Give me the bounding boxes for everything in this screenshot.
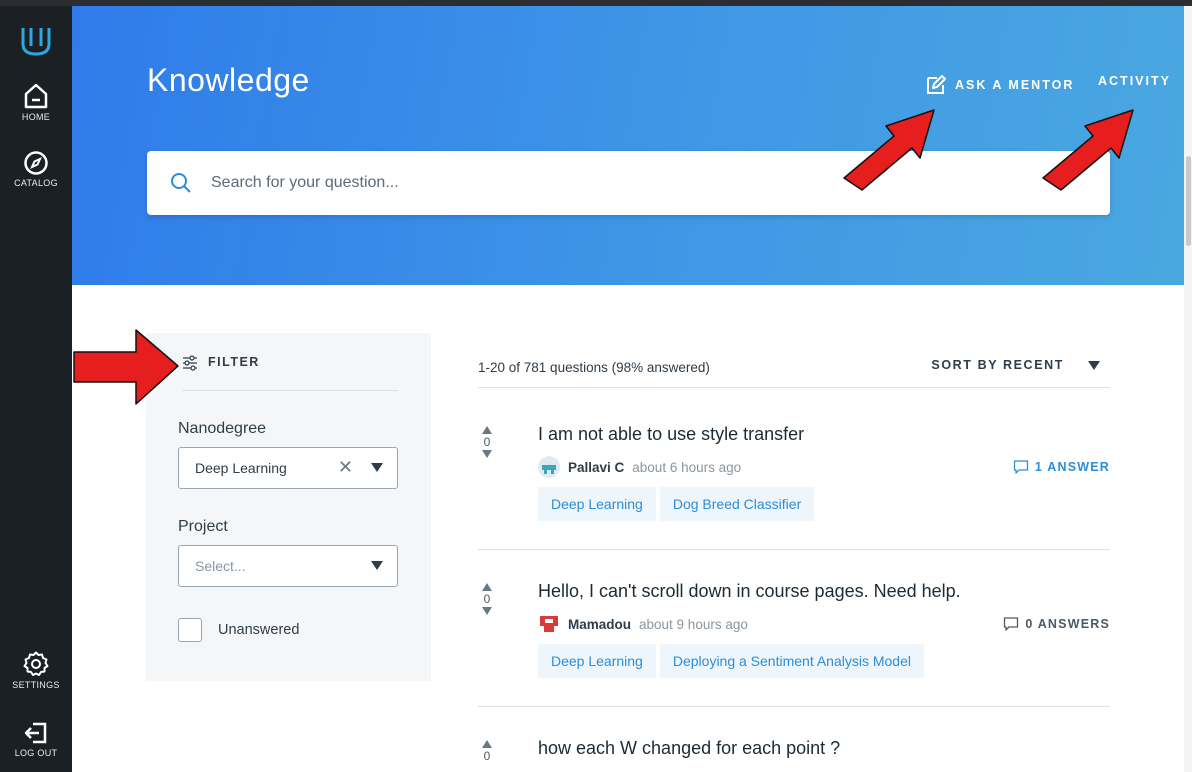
ask-mentor-label: ASK A MENTOR xyxy=(955,78,1075,92)
sidebar-item-label: LOG OUT xyxy=(14,748,58,758)
avatar xyxy=(538,456,560,478)
divider xyxy=(478,549,1110,550)
sidebar-item-logout[interactable]: LOG OUT xyxy=(0,720,72,758)
vote-control: 0 xyxy=(478,426,496,458)
vote-control: 0 xyxy=(478,583,496,615)
avatar xyxy=(538,613,560,635)
answer-count[interactable]: 0 ANSWERS xyxy=(1003,616,1110,632)
filter-heading[interactable]: FILTER xyxy=(182,355,398,391)
filter-label: FILTER xyxy=(208,355,260,369)
project-label: Project xyxy=(178,518,228,535)
upvote-icon[interactable] xyxy=(482,740,492,748)
comment-icon xyxy=(1004,617,1019,631)
sidebar-item-label: CATALOG xyxy=(14,178,58,188)
list-header: 1-20 of 781 questions (98% answered) SOR… xyxy=(478,348,1110,388)
chevron-down-icon xyxy=(371,561,383,570)
clear-icon[interactable]: ✕ xyxy=(338,457,353,478)
question-count: 1-20 of 781 questions (98% answered) xyxy=(478,360,710,375)
question-meta: Pallavi C about 6 hours ago xyxy=(538,456,741,478)
list-item[interactable]: 0 Hello, I can't scroll down in course p… xyxy=(478,577,1110,707)
sidebar: HOME CATALOG SETTINGS LOG OUT xyxy=(0,6,72,772)
answer-count-label: 1 ANSWER xyxy=(1034,460,1110,474)
answer-count-label: 0 ANSWERS xyxy=(1025,617,1110,631)
sidebar-item-catalog[interactable]: CATALOG xyxy=(0,150,72,188)
ask-mentor-link[interactable]: ASK A MENTOR xyxy=(925,74,1074,96)
upvote-icon[interactable] xyxy=(482,583,492,591)
annotation-arrow-icon xyxy=(1042,109,1134,191)
unanswered-label: Unanswered xyxy=(218,622,300,638)
gear-icon xyxy=(23,651,49,676)
answer-count[interactable]: 1 ANSWER xyxy=(1013,459,1110,475)
udacity-logo-icon[interactable] xyxy=(18,24,54,58)
post-time: about 9 hours ago xyxy=(639,616,748,632)
app-frame: HOME CATALOG SETTINGS LOG OUT Knowledge … xyxy=(0,0,1192,772)
sort-label: SORT BY RECENT xyxy=(931,358,1064,372)
tag[interactable]: Deploying a Sentiment Analysis Model xyxy=(659,644,924,678)
activity-link[interactable]: ACTIVITY xyxy=(1098,74,1171,88)
activity-label: ACTIVITY xyxy=(1098,74,1171,88)
knowledge-header: Knowledge ASK A MENTOR ACTIVITY xyxy=(72,6,1184,285)
scrollbar-thumb[interactable] xyxy=(1186,156,1191,246)
divider xyxy=(478,706,1110,707)
compass-icon xyxy=(24,151,48,175)
question-title[interactable]: Hello, I can't scroll down in course pag… xyxy=(538,581,961,602)
chevron-down-icon xyxy=(371,463,383,472)
search-box[interactable] xyxy=(147,151,1110,215)
question-title[interactable]: I am not able to use style transfer xyxy=(538,424,804,445)
filter-panel: FILTER Nanodegree Deep Learning ✕ Projec… xyxy=(146,333,431,681)
tag-list: Deep Learning Deploying a Sentiment Anal… xyxy=(538,644,924,678)
comment-icon xyxy=(1013,460,1029,474)
page-scrollbar[interactable] xyxy=(1184,6,1192,772)
nanodegree-value: Deep Learning xyxy=(195,460,287,476)
list-item[interactable]: 0 how each W changed for each point ? xyxy=(478,734,1110,772)
vote-count: 0 xyxy=(483,435,491,449)
author-name[interactable]: Pallavi C xyxy=(568,460,624,475)
sidebar-item-home[interactable]: HOME xyxy=(0,82,72,122)
home-icon xyxy=(24,83,48,109)
project-select[interactable]: Select... xyxy=(178,545,398,587)
sidebar-item-settings[interactable]: SETTINGS xyxy=(0,650,72,690)
chevron-down-icon xyxy=(1088,360,1100,370)
downvote-icon[interactable] xyxy=(482,607,492,615)
edit-icon xyxy=(927,75,946,94)
vote-control: 0 xyxy=(478,740,496,764)
sliders-icon xyxy=(183,355,197,371)
nanodegree-label: Nanodegree xyxy=(178,420,267,437)
upvote-icon[interactable] xyxy=(482,426,492,434)
unanswered-checkbox[interactable] xyxy=(178,618,202,642)
sidebar-item-label: HOME xyxy=(21,112,51,122)
vote-count: 0 xyxy=(483,749,491,763)
annotation-arrow-icon xyxy=(843,109,935,191)
tag-list: Deep Learning Dog Breed Classifier xyxy=(538,487,815,521)
vote-count: 0 xyxy=(483,592,491,606)
tag[interactable]: Deep Learning xyxy=(538,644,656,678)
sidebar-item-label: SETTINGS xyxy=(12,680,60,690)
list-item[interactable]: 0 I am not able to use style transfer Pa… xyxy=(478,420,1110,550)
project-placeholder: Select... xyxy=(195,558,246,574)
sort-dropdown[interactable]: SORT BY RECENT xyxy=(931,358,1100,372)
tag[interactable]: Dog Breed Classifier xyxy=(659,487,815,521)
question-title[interactable]: how each W changed for each point ? xyxy=(538,738,840,759)
annotation-arrow-icon xyxy=(73,329,179,405)
question-meta: Mamadou about 9 hours ago xyxy=(538,613,748,635)
page-title: Knowledge xyxy=(147,62,310,98)
nanodegree-select[interactable]: Deep Learning ✕ xyxy=(178,447,398,489)
downvote-icon[interactable] xyxy=(482,450,492,458)
post-time: about 6 hours ago xyxy=(632,459,742,475)
tag[interactable]: Deep Learning xyxy=(538,487,656,521)
author-name[interactable]: Mamadou xyxy=(568,617,631,632)
search-icon xyxy=(171,173,191,193)
logout-icon xyxy=(24,722,47,744)
